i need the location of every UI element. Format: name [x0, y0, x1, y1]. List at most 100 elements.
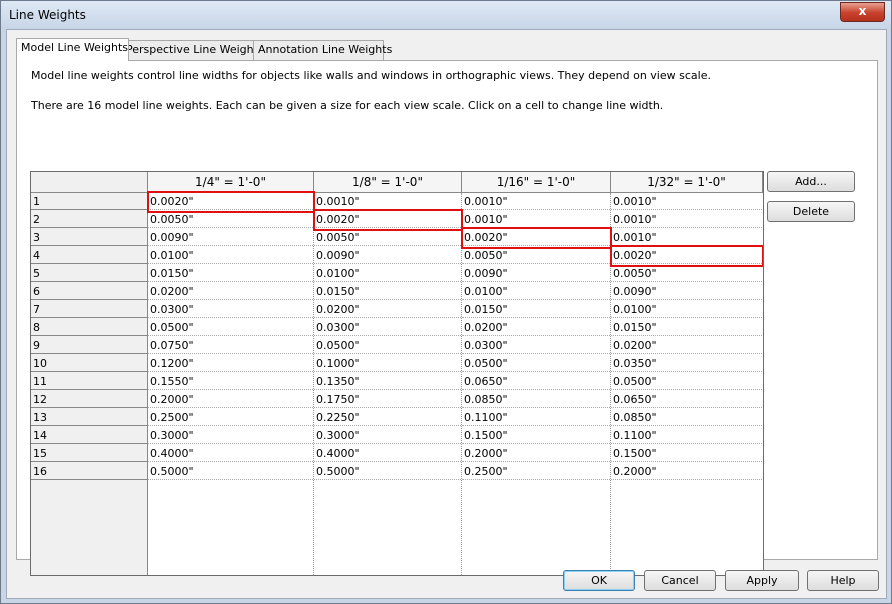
row-header: 6 [31, 283, 147, 300]
row-header: 10 [31, 355, 147, 372]
table-cell[interactable]: 0.0650" [462, 373, 610, 390]
add-button[interactable]: Add... [767, 171, 855, 192]
table-cell[interactable]: 0.0090" [462, 265, 610, 282]
table-cell[interactable]: 0.0010" [611, 193, 762, 210]
tab-annotation-line-weights[interactable]: Annotation Line Weights [253, 40, 392, 60]
table-cell[interactable]: 0.0200" [314, 301, 461, 318]
table-cell[interactable]: 0.0050" [462, 247, 610, 264]
table-cell[interactable]: 0.2000" [462, 445, 610, 462]
table-cell[interactable]: 0.0100" [611, 301, 762, 318]
row-header: 16 [31, 463, 147, 480]
table-cell[interactable]: 0.1100" [611, 427, 762, 444]
table-cell[interactable]: 0.0010" [462, 211, 610, 228]
table-cell[interactable]: 0.0100" [148, 247, 313, 264]
table-cell[interactable]: 0.0750" [148, 337, 313, 354]
row-header: 4 [31, 247, 147, 264]
table-cell[interactable]: 0.0150" [148, 265, 313, 282]
highlighted-cell-outline [461, 227, 612, 249]
delete-button[interactable]: Delete [767, 201, 855, 222]
column-header: 1/8" = 1'-0" [314, 172, 462, 193]
table-cell[interactable]: 0.0090" [314, 247, 461, 264]
apply-button[interactable]: Apply [725, 570, 799, 591]
row-header: 7 [31, 301, 147, 318]
table-cell[interactable]: 0.1350" [314, 373, 461, 390]
row-header: 3 [31, 229, 147, 246]
table-cell[interactable]: 0.0650" [611, 391, 762, 408]
table-cell[interactable]: 0.0050" [611, 265, 762, 282]
table-cell[interactable]: 0.5000" [148, 463, 313, 480]
table-cell[interactable]: 0.0200" [611, 337, 762, 354]
row-header: 9 [31, 337, 147, 354]
table-cell[interactable]: 0.0200" [462, 319, 610, 336]
description-text-1: Model line weights control line widths f… [31, 69, 711, 82]
tab-model-line-weights[interactable]: Model Line Weights [16, 38, 129, 61]
cancel-button[interactable]: Cancel [644, 570, 716, 591]
table-cell[interactable]: 0.0010" [611, 211, 762, 228]
table-cell[interactable]: 0.3000" [148, 427, 313, 444]
close-button[interactable]: x [840, 2, 885, 22]
row-header: 8 [31, 319, 147, 336]
tab-perspective-line-weights[interactable]: Perspective Line Weights [121, 40, 264, 60]
table-cell[interactable]: 0.2000" [611, 463, 762, 480]
table-cell[interactable]: 0.1200" [148, 355, 313, 372]
table-cell[interactable]: 0.4000" [148, 445, 313, 462]
table-cell[interactable]: 0.0850" [462, 391, 610, 408]
table-cell[interactable]: 0.2500" [462, 463, 610, 480]
column-header: 1/4" = 1'-0" [148, 172, 314, 193]
table-cell[interactable]: 0.0090" [148, 229, 313, 246]
table-cell[interactable]: 0.2500" [148, 409, 313, 426]
ok-button[interactable]: OK [563, 570, 635, 591]
table-cell[interactable]: 0.0500" [148, 319, 313, 336]
table-cell[interactable]: 0.5000" [314, 463, 461, 480]
table-cell[interactable]: 0.0090" [611, 283, 762, 300]
line-weights-table: 1/4" = 1'-0" 1/8" = 1'-0" 1/16" = 1'-0" 1/3… [30, 171, 764, 576]
row-header: 5 [31, 265, 147, 282]
table-cell[interactable]: 0.0150" [314, 283, 461, 300]
table-cell[interactable]: 0.0010" [611, 229, 762, 246]
close-icon: x [858, 4, 867, 18]
row-header: 2 [31, 211, 147, 228]
table-cell[interactable]: 0.0850" [611, 409, 762, 426]
row-header: 11 [31, 373, 147, 390]
table-cell[interactable]: 0.2250" [314, 409, 461, 426]
table-cell[interactable]: 0.0100" [314, 265, 461, 282]
table-cell[interactable]: 0.0300" [148, 301, 313, 318]
table-cell[interactable]: 0.0500" [611, 373, 762, 390]
column-header: 1/32" = 1'-0" [611, 172, 763, 193]
column-header: 1/16" = 1'-0" [462, 172, 611, 193]
table-cell[interactable]: 0.0010" [462, 193, 610, 210]
table-cell[interactable]: 0.4000" [314, 445, 461, 462]
line-weights-dialog: Line Weights x Model Line Weights Perspe… [0, 0, 892, 604]
table-cell[interactable]: 0.0350" [611, 355, 762, 372]
table-cell[interactable]: 0.0050" [148, 211, 313, 228]
highlighted-cell-outline [313, 209, 463, 231]
help-button[interactable]: Help [807, 570, 879, 591]
highlighted-cell-outline [610, 245, 763, 267]
table-cell[interactable]: 0.0150" [611, 319, 762, 336]
table-cell[interactable]: 0.3000" [314, 427, 461, 444]
tab-panel: Model line weights control line widths f… [16, 60, 878, 576]
table-cell[interactable]: 0.0500" [314, 337, 461, 354]
table-cell[interactable]: 0.1750" [314, 391, 461, 408]
title-bar[interactable]: Line Weights x [1, 1, 891, 29]
row-header: 12 [31, 391, 147, 408]
table-cell[interactable]: 0.0300" [314, 319, 461, 336]
dialog-title: Line Weights [9, 8, 86, 22]
table-cell[interactable]: 0.0010" [314, 193, 461, 210]
table-cell[interactable]: 0.0150" [462, 301, 610, 318]
table-cell[interactable]: 0.1100" [462, 409, 610, 426]
table-cell[interactable]: 0.0200" [148, 283, 313, 300]
table-cell[interactable]: 0.0100" [462, 283, 610, 300]
table-cell[interactable]: 0.1500" [611, 445, 762, 462]
table-cell[interactable]: 0.1550" [148, 373, 313, 390]
table-cell[interactable]: 0.2000" [148, 391, 313, 408]
table-corner [31, 172, 148, 193]
table-cell[interactable]: 0.0500" [462, 355, 610, 372]
table-cell[interactable]: 0.1500" [462, 427, 610, 444]
highlighted-cell-outline [147, 191, 315, 213]
row-header: 14 [31, 427, 147, 444]
table-cell[interactable]: 0.0300" [462, 337, 610, 354]
table-cell[interactable]: 0.1000" [314, 355, 461, 372]
table-cell[interactable]: 0.0050" [314, 229, 461, 246]
description-text-2: There are 16 model line weights. Each ca… [31, 99, 664, 112]
